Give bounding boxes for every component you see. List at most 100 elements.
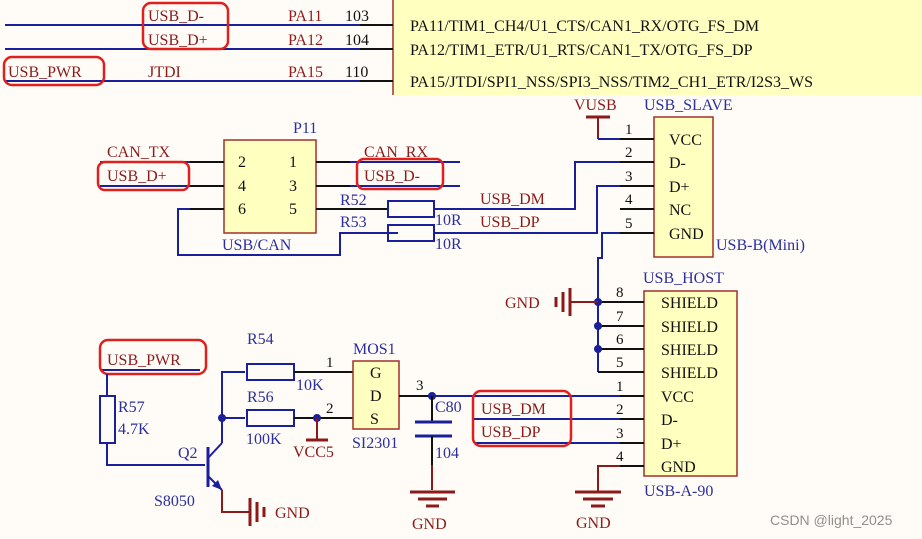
net-label-usb-dplus-p11: USB_D+ (107, 168, 167, 185)
gnd-host-label: GND (576, 515, 611, 532)
p11-pin-3: 3 (289, 178, 297, 195)
vusb-label: VUSB (574, 97, 617, 114)
gnd-c80-label: GND (412, 516, 447, 533)
r57-value: 4.7K (118, 421, 150, 438)
gnd-shield-icon (554, 288, 572, 316)
gnd-emitter-label: GND (275, 505, 310, 522)
mos1-pin-s: S (370, 411, 379, 428)
slave-pin-number: 5 (625, 216, 633, 232)
host-pin-name: D- (661, 412, 678, 429)
r56-ref: R56 (247, 389, 274, 406)
pin-function-pa11: PA11/TIM1_CH4/U1_CTS/CAN1_RX/OTG_FS_DM (410, 18, 759, 35)
pin-name-pa15: PA15 (288, 64, 323, 81)
p11-pin-2: 2 (238, 154, 246, 171)
slave-pin-name: GND (669, 226, 704, 243)
host-pin-number: 3 (616, 426, 624, 442)
p11-ref: P11 (293, 120, 317, 137)
watermark: CSDN @light_2025 (770, 512, 893, 528)
mos1-ref: MOS1 (353, 341, 396, 358)
pin-name-pa11: PA11 (288, 8, 322, 25)
usb-slave-ref: USB_SLAVE (644, 97, 733, 114)
mos-pin-2: 2 (326, 401, 334, 417)
net-label-can-tx: CAN_TX (107, 144, 171, 161)
signal-label-jtdi: JTDI (148, 64, 181, 81)
net-label-usb-dp-host: USB_DP (481, 424, 541, 441)
slave-pin-name: NC (669, 202, 691, 219)
mos1-pin-g: G (370, 365, 382, 382)
mos1-value: SI2301 (352, 435, 398, 452)
host-pin-name: SHIELD (661, 295, 718, 312)
host-pin-number: 7 (616, 309, 624, 325)
c80-value: 104 (435, 445, 459, 462)
slave-pin-name: D+ (669, 179, 690, 196)
net-label-usb-dm-host: USB_DM (481, 401, 546, 418)
wire-host-gnd (597, 465, 620, 492)
junction-dot (594, 345, 602, 353)
q2-transistor-icon (206, 442, 223, 491)
gnd-shield-label: GND (505, 295, 540, 312)
net-label-usb-dminus-p11: USB_D- (364, 168, 420, 185)
host-pin-number: 8 (616, 285, 624, 301)
pin-number-104: 104 (345, 32, 369, 49)
wire-emitter-gnd (221, 490, 250, 513)
vcc5-label: VCC5 (293, 444, 334, 461)
p11-value: USB/CAN (222, 237, 292, 254)
slave-pin-name: VCC (669, 132, 702, 149)
host-pin-number: 4 (616, 449, 624, 465)
net-label-usb-dminus: USB_D- (148, 8, 204, 25)
pin-number-110: 110 (345, 64, 368, 81)
host-pin-name: D+ (661, 436, 682, 453)
junction-dot (594, 322, 602, 330)
p11-pin-1: 1 (289, 154, 297, 171)
schematic: USB_D- USB_D+ USB_PWR JTDI PA11 PA12 PA1… (2, 0, 922, 533)
p11-connector: P11 USB/CAN 2 4 6 1 3 5 CAN_TX USB_D+ CA… (96, 120, 460, 256)
pin-function-pa12: PA12/TIM1_ETR/U1_RTS/CAN1_TX/OTG_FS_DP (410, 42, 753, 59)
r53-ref: R53 (340, 214, 367, 231)
host-pin-name: VCC (661, 389, 694, 406)
host-pin-number: 5 (616, 355, 624, 371)
usb-host-ref: USB_HOST (643, 270, 724, 287)
usb-host-value: USB-A-90 (644, 483, 713, 500)
pin-function-pa15: PA15/JTDI/SPI1_NSS/SPI3_NSS/TIM2_CH1_ETR… (410, 74, 813, 91)
q2-value: S8050 (154, 493, 195, 510)
gnd-emitter-icon (248, 498, 266, 526)
r52-body (387, 200, 435, 218)
wire-collector-r54 (221, 371, 245, 443)
slave-pin-name: D- (669, 155, 686, 172)
net-label-usb-pwr: USB_PWR (8, 64, 82, 81)
r54-body (246, 363, 295, 381)
gnd-c80-icon (410, 490, 455, 508)
mos-pin-3: 3 (416, 378, 424, 394)
host-pin-number: 1 (616, 379, 624, 395)
host-pin-number: 2 (616, 402, 624, 418)
r57-body (99, 395, 116, 444)
r53-value: 10R (435, 236, 462, 253)
net-label-usb-dp: USB_DP (480, 214, 540, 231)
p11-pin-6: 6 (238, 201, 246, 218)
mcu-section: USB_D- USB_D+ USB_PWR JTDI PA11 PA12 PA1… (2, 0, 922, 95)
host-pin-number: 6 (616, 332, 624, 348)
pin-number-103: 103 (345, 8, 369, 25)
r56-value: 100K (246, 431, 282, 448)
r56-body (246, 409, 295, 427)
gnd-host-icon (575, 490, 621, 508)
net-label-usb-dm: USB_DM (480, 191, 545, 208)
pin-name-pa12: PA12 (288, 32, 323, 49)
power-switch-circuit: USB_PWR R57 4.7K Q2 S8050 GND R54 10K 1 … (98, 331, 620, 533)
net-label-usb-pwr-bottom: USB_PWR (107, 352, 181, 369)
mos1-pin-d: D (370, 388, 382, 405)
c80-ref: C80 (435, 399, 462, 416)
host-pin-name: GND (661, 459, 696, 476)
usb-slave-value: USB-B(Mini) (716, 237, 805, 254)
slave-pin-number: 3 (625, 169, 633, 185)
r52-value: 10R (435, 212, 462, 229)
mos-pin-1: 1 (326, 355, 334, 371)
r57-ref: R57 (118, 399, 145, 416)
host-pin-name: SHIELD (661, 365, 718, 382)
r54-value: 10K (296, 377, 324, 394)
host-pin-name: SHIELD (661, 342, 718, 359)
p11-pin-4: 4 (238, 178, 246, 195)
slave-pin-number: 4 (625, 192, 633, 208)
net-label-usb-dplus: USB_D+ (148, 32, 208, 49)
r52-ref: R52 (340, 192, 367, 209)
